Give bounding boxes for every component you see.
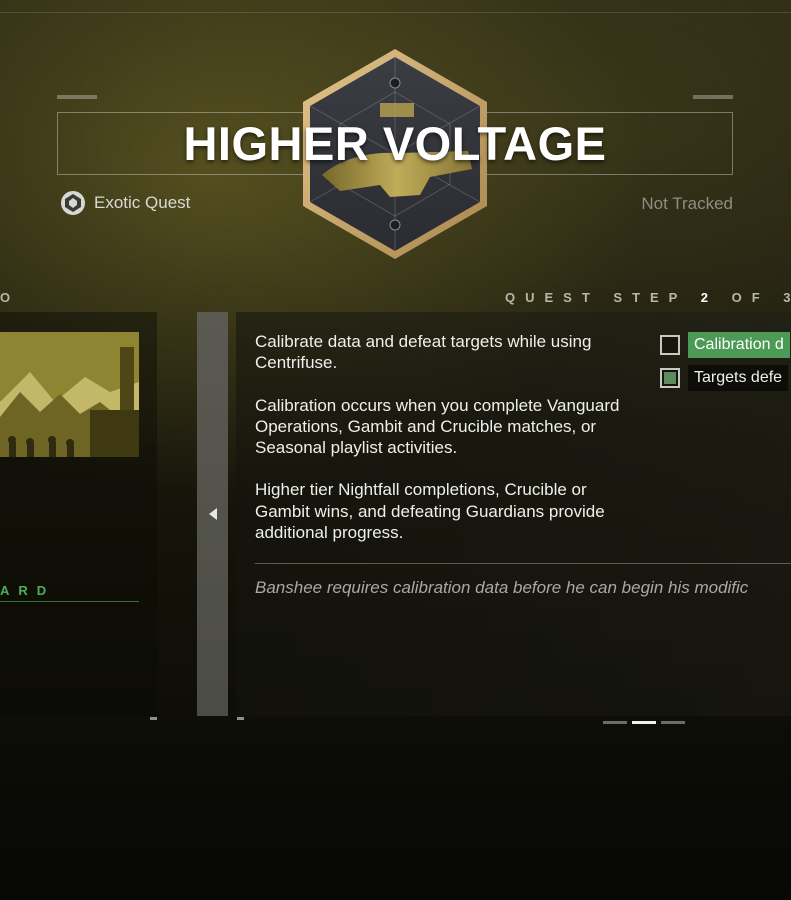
chevron-left-icon[interactable] [207,506,219,522]
objective-row: Calibration d [660,332,790,358]
previous-step-image [0,332,139,457]
left-panel-label: O [0,290,21,305]
page-indicator [603,721,627,724]
quest-lore-text: Banshee requires calibration data before… [255,578,749,597]
top-divider [0,12,791,13]
description-paragraph: Calibrate data and defeat targets while … [255,332,592,373]
quest-title: HIGHER VOLTAGE [183,117,607,170]
objective-label: Calibration d [688,332,790,358]
description-paragraph: Calibration occurs when you complete Van… [255,395,620,458]
lore-divider [255,563,791,564]
left-header-dash [57,95,97,99]
quest-step-of: OF [731,290,770,305]
rewards-underline [0,601,139,602]
quest-description: Calibrate data and defeat targets while … [255,331,640,564]
page-indicator [661,721,685,724]
quest-type-label: Exotic Quest [94,193,191,212]
description-paragraph: Higher tier Nightfall completions, Cruci… [255,480,605,543]
objective-check-fill [664,372,676,384]
scroll-tick [150,717,157,720]
page-indicator-active[interactable] [632,721,656,724]
exotic-quest-icon [61,191,85,215]
objective-row: Targets defe [660,365,789,391]
quest-type-row: Exotic Quest [60,190,190,216]
rewards-label: ARD [0,583,56,598]
objective-checkbox [660,368,680,388]
right-header-dash [693,95,733,99]
objective-checkbox [660,335,680,355]
scroll-tick [237,717,244,720]
objective-label: Targets defe [688,365,789,391]
quest-step-word: QUEST STEP [505,290,688,305]
quest-step-indicator: QUEST STEP 2 OF 3 [505,290,791,305]
quest-step-current: 2 [700,290,718,305]
tracking-status[interactable]: Not Tracked [641,194,733,214]
quest-step-total: 3 [783,290,791,305]
